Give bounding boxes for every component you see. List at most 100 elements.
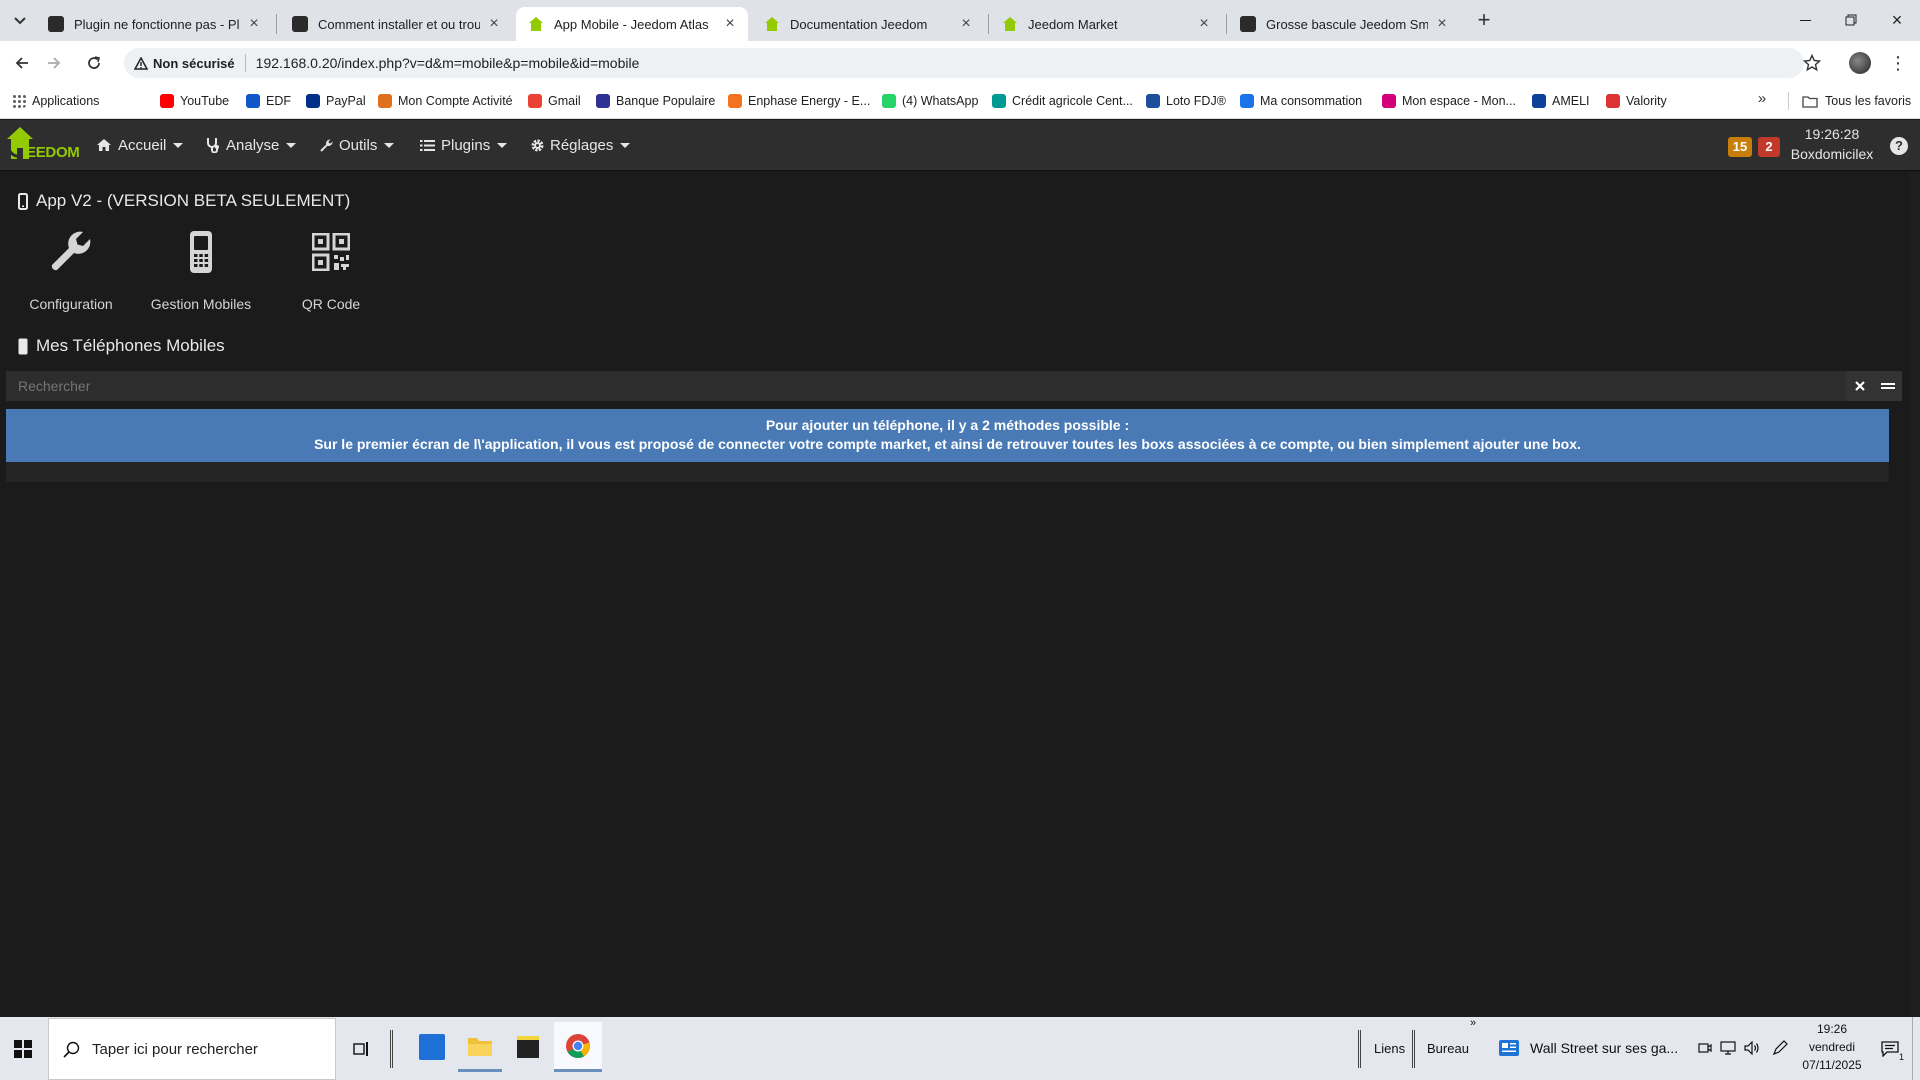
tab-title: Grosse bascule Jeedom Smart ( (1266, 16, 1428, 32)
browser-menu-button[interactable]: ⋮ (1884, 49, 1912, 77)
bookmark-youtube[interactable]: YouTube (160, 91, 229, 111)
qr-code-card[interactable]: QR Code (266, 228, 396, 312)
taskbar-app-pinned[interactable] (410, 1022, 454, 1072)
bookmark-enphase[interactable]: Enphase Energy - E... (728, 91, 870, 111)
reload-button[interactable] (80, 49, 108, 77)
back-button[interactable] (8, 49, 36, 77)
bookmark-apps-grid[interactable]: Applications (12, 91, 99, 111)
task-view-button[interactable] (344, 1017, 378, 1080)
bookmark-star-button[interactable] (1798, 49, 1826, 77)
toggle-view-button[interactable] (1874, 371, 1902, 401)
bookmark-banque-populaire[interactable]: Banque Populaire (596, 91, 715, 111)
search-input[interactable] (6, 371, 1846, 401)
security-chip[interactable]: Non sécurisé (134, 56, 235, 71)
alert-count-badge[interactable]: 2 (1758, 137, 1780, 157)
close-icon[interactable]: × (246, 15, 262, 33)
close-icon[interactable]: × (1196, 15, 1212, 33)
arrow-right-icon (48, 57, 61, 69)
help-button[interactable]: ? (1890, 137, 1908, 155)
bookmark-location-pin[interactable]: Ma consommation (1240, 91, 1362, 111)
info-alert: Pour ajouter un téléphone, il y a 2 méth… (6, 409, 1889, 462)
bookmark-credit-agricole[interactable]: Crédit agricole Cent... (992, 91, 1133, 111)
bookmark-whatsapp[interactable]: (4) WhatsApp (882, 91, 978, 111)
profile-button[interactable] (1846, 49, 1874, 77)
close-window-button[interactable]: × (1882, 10, 1912, 30)
toolbar-overflow-icon[interactable]: » (1470, 1017, 1476, 1029)
tray-icon-network[interactable] (1718, 1038, 1738, 1058)
bookmark-fdj[interactable]: Loto FDJ® (1146, 91, 1226, 111)
bookmark-label: YouTube (180, 94, 230, 108)
close-icon[interactable]: × (958, 15, 974, 33)
taskbar-chrome[interactable] (554, 1022, 602, 1072)
taskbar-sticky-notes[interactable] (506, 1022, 550, 1072)
monespace-icon (1382, 94, 1396, 108)
links-toolbar[interactable]: Liens (1374, 1041, 1405, 1056)
nav-accueil[interactable]: Accueil (96, 134, 184, 156)
security-label: Non sécurisé (153, 55, 235, 71)
bookmarks-overflow-button[interactable]: » (1752, 90, 1772, 110)
tray-icon-1[interactable] (1696, 1038, 1714, 1058)
bookmark-caf[interactable]: Mon Compte Activité (378, 91, 513, 111)
close-icon[interactable]: × (1434, 15, 1450, 33)
bookmark-ameli[interactable]: AMELI (1532, 91, 1590, 111)
bookmark-monespace[interactable]: Mon espace - Mon... (1382, 91, 1516, 111)
url-text[interactable]: 192.168.0.20/index.php?v=d&m=mobile&p=mo… (256, 55, 640, 71)
browser-tab[interactable]: Documentation Jeedom × (752, 7, 984, 41)
bookmark-valority[interactable]: Valority (1606, 91, 1667, 111)
new-tab-button[interactable]: + (1472, 9, 1496, 32)
close-icon: × (1891, 10, 1903, 30)
nav-label: Plugins (441, 136, 491, 154)
desktop-toolbar[interactable]: Bureau (1427, 1041, 1469, 1056)
tray-icon-pen[interactable] (1770, 1038, 1790, 1058)
bookmark-gmail[interactable]: Gmail (528, 91, 581, 111)
page-scrollbar[interactable] (1910, 172, 1920, 1017)
taskbar-search-placeholder: Taper ici pour rechercher (92, 1040, 258, 1058)
nav-reglages[interactable]: Réglages (530, 134, 631, 156)
bookmark-label: Enphase Energy - E... (748, 94, 871, 108)
close-icon[interactable]: × (486, 15, 502, 33)
message-count-badge[interactable]: 15 (1728, 137, 1752, 157)
forward-button[interactable] (40, 49, 68, 77)
start-button[interactable] (0, 1017, 46, 1080)
browser-tab[interactable]: Plugin ne fonctionne pas - Plug × (36, 7, 272, 41)
all-bookmarks-folder[interactable]: Tous les favoris (1802, 91, 1911, 111)
taskbar-clock[interactable]: 19:26 vendredi 07/11/2025 (1796, 1020, 1868, 1074)
nav-plugins[interactable]: Plugins (420, 134, 508, 156)
configuration-card[interactable]: Configuration (6, 228, 136, 312)
browser-tab[interactable]: Comment installer et ou trouve × (280, 7, 512, 41)
tab-search-button[interactable] (8, 10, 32, 32)
clear-search-button[interactable] (1846, 371, 1874, 401)
gestion-mobiles-card[interactable]: Gestion Mobiles (136, 228, 266, 312)
nav-label: Outils (339, 136, 378, 154)
action-center-button[interactable]: 1 (1876, 1036, 1904, 1062)
close-icon[interactable]: × (722, 15, 738, 33)
nav-outils[interactable]: Outils (319, 134, 395, 156)
show-desktop-button[interactable] (1912, 1017, 1920, 1080)
jeedom-logo[interactable]: EEDOM (6, 126, 80, 162)
address-bar[interactable]: Non sécurisé 192.168.0.20/index.php?v=d&… (124, 48, 1804, 78)
news-widget[interactable]: Wall Street sur ses ga... (1498, 1034, 1678, 1062)
home-icon (97, 139, 111, 151)
taskbar-search-box[interactable]: Taper ici pour rechercher (48, 1018, 336, 1080)
bookmark-label: Loto FDJ® (1166, 94, 1226, 108)
taskbar-file-explorer[interactable] (458, 1022, 502, 1072)
alert-line-2: Sur le premier écran de l\'application, … (314, 436, 1581, 452)
browser-tab[interactable]: Jeedom Market × (990, 7, 1222, 41)
bookmark-label: EDF (266, 94, 291, 108)
restore-icon (1845, 14, 1857, 26)
nav-analyse[interactable]: Analyse (206, 134, 297, 156)
bookmark-edf[interactable]: EDF (246, 91, 291, 111)
jeedom-favicon-icon (1240, 16, 1256, 32)
bookmark-paypal[interactable]: PayPal (306, 91, 366, 111)
page-title: App V2 - (VERSION BETA SEULEMENT) (18, 191, 350, 211)
taskbar-divider (1358, 1030, 1361, 1068)
restore-button[interactable] (1836, 10, 1866, 30)
box-name[interactable]: Boxdomicilex (1780, 146, 1884, 162)
logo-text: EEDOM (26, 144, 80, 161)
browser-tab[interactable]: Grosse bascule Jeedom Smart ( × (1228, 7, 1460, 41)
question-icon: ? (1895, 138, 1903, 153)
browser-tab-active[interactable]: App Mobile - Jeedom Atlas × (516, 7, 748, 41)
minimize-button[interactable] (1790, 10, 1820, 30)
wrench-icon (320, 138, 333, 152)
tray-icon-volume[interactable] (1742, 1038, 1762, 1058)
